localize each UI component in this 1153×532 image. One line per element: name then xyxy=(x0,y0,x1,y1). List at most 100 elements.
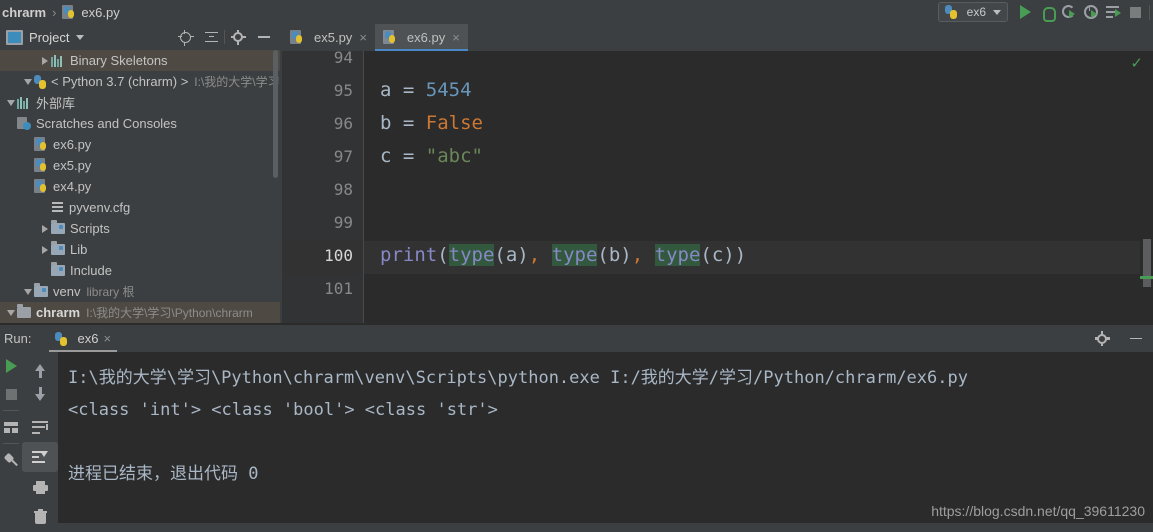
tree-item-label: ex4.py xyxy=(53,179,92,194)
profile-button[interactable] xyxy=(1080,0,1102,24)
chevron-down-icon[interactable] xyxy=(4,96,17,109)
code-line[interactable]: c = "abc" xyxy=(380,145,483,167)
print-button[interactable] xyxy=(22,472,58,502)
tree-item[interactable]: chrarm I:\我的大学\学习\Python\chrarm xyxy=(0,302,280,323)
line-number-gutter[interactable]: 94 95 96 97 98 99 100 101 xyxy=(282,51,364,325)
run-tab-ex6[interactable]: ex6 × xyxy=(49,325,117,352)
editor-scrollbar-track[interactable] xyxy=(1140,51,1153,325)
code-line[interactable]: a = 5454 xyxy=(380,79,472,101)
console-output[interactable]: I:\我的大学\学习\Python\chrarm\venv\Scripts\py… xyxy=(58,352,1153,523)
code-token: = xyxy=(402,112,426,134)
run-configuration-selector[interactable]: ex6 xyxy=(937,2,1008,22)
tree-item[interactable]: Scripts xyxy=(0,218,280,239)
editor-tab[interactable]: ex5.py × xyxy=(282,24,375,51)
stop-process-button[interactable] xyxy=(0,380,22,408)
pin-tab-button[interactable] xyxy=(0,446,22,474)
editor-area: ex5.py × ex6.py × 94 95 96 97 98 99 100 101 a = 54… xyxy=(282,24,1153,325)
code-token: False xyxy=(425,112,483,134)
scroll-to-end-button[interactable] xyxy=(22,442,58,472)
editor-tab-bar: ex5.py × ex6.py × xyxy=(282,24,1153,51)
tree-item[interactable]: Scratches and Consoles xyxy=(0,113,280,134)
layout-icon xyxy=(4,421,18,433)
chevron-down-icon xyxy=(993,9,1001,15)
run-button[interactable] xyxy=(1014,0,1036,24)
rerun-button[interactable] xyxy=(0,352,22,380)
hide-panel-button[interactable] xyxy=(251,24,277,50)
chevron-right-icon[interactable] xyxy=(38,222,51,235)
chevron-right-icon[interactable] xyxy=(38,243,51,256)
soft-wrap-button[interactable] xyxy=(22,412,58,442)
minimize-icon xyxy=(258,36,270,38)
code-line[interactable]: b = False xyxy=(380,112,483,134)
run-settings-button[interactable] xyxy=(1089,326,1115,352)
twisty-placeholder xyxy=(21,159,34,172)
chevron-down-icon[interactable] xyxy=(21,75,34,88)
project-tree[interactable]: Binary Skeletons < Python 3.7 (chrarm) > I… xyxy=(0,50,280,325)
project-settings-button[interactable] xyxy=(225,24,251,50)
pin-icon xyxy=(0,449,21,470)
chevron-down-icon[interactable] xyxy=(21,285,34,298)
clear-all-button[interactable] xyxy=(22,502,58,532)
code-token: (c)) xyxy=(700,244,747,266)
code-content[interactable]: a = 5454 b = False c = "abc" print(type(a),… xyxy=(364,51,1153,325)
tree-item-label: Lib xyxy=(70,242,88,257)
chevron-right-icon[interactable] xyxy=(38,54,51,67)
tree-item-label: Include xyxy=(70,263,112,278)
tree-item[interactable]: ex6.py xyxy=(0,134,280,155)
python-icon xyxy=(944,5,958,19)
scroll-down-button[interactable] xyxy=(22,382,58,412)
tree-item[interactable]: 外部库 xyxy=(0,92,280,113)
locate-file-button[interactable] xyxy=(172,24,198,50)
twisty-placeholder xyxy=(21,180,34,193)
tree-item[interactable]: Lib xyxy=(0,239,280,260)
tree-scrollbar[interactable] xyxy=(273,50,278,178)
debug-button[interactable] xyxy=(1036,0,1058,24)
collapse-all-button[interactable] xyxy=(198,24,224,50)
coverage-icon xyxy=(1062,5,1076,19)
close-icon[interactable]: × xyxy=(452,30,460,45)
run-with-coverage-button[interactable] xyxy=(1058,0,1080,24)
code-token: "abc" xyxy=(425,145,483,167)
project-panel-title[interactable]: Project xyxy=(29,30,69,45)
chevron-down-icon[interactable] xyxy=(4,306,17,319)
line-number: 97 xyxy=(333,147,353,166)
editor-tab[interactable]: ex6.py × xyxy=(374,24,468,51)
tree-item[interactable]: venv library 根 xyxy=(0,281,280,302)
main-toolbar: ex6 xyxy=(937,0,1153,24)
restore-layout-button[interactable] xyxy=(0,413,22,441)
tree-item[interactable]: Binary Skeletons xyxy=(0,50,280,71)
inspection-status-icon[interactable]: ✓ xyxy=(1130,54,1143,72)
code-token: a xyxy=(380,79,403,101)
scroll-up-button[interactable] xyxy=(22,352,58,382)
python-file-icon xyxy=(290,30,304,45)
tree-item-label: Binary Skeletons xyxy=(70,53,168,68)
line-number: 95 xyxy=(333,81,353,100)
chevron-down-icon[interactable] xyxy=(76,34,85,40)
close-icon[interactable]: × xyxy=(103,331,111,346)
code-token: b xyxy=(380,112,403,134)
close-icon[interactable]: × xyxy=(359,30,367,45)
breadcrumb-file[interactable]: ex6.py xyxy=(81,5,119,20)
tree-item[interactable]: < Python 3.7 (chrarm) > I:\我的大学\学习 xyxy=(0,71,280,92)
line-number: 99 xyxy=(333,213,353,232)
editor-scrollbar-thumb[interactable] xyxy=(1143,239,1151,287)
code-token: = xyxy=(402,79,426,101)
bug-icon xyxy=(1041,6,1056,22)
hide-run-panel-button[interactable] xyxy=(1123,326,1149,352)
tree-item[interactable]: ex4.py xyxy=(0,176,280,197)
breadcrumb-project[interactable]: chrarm xyxy=(0,5,46,20)
run-console-button[interactable] xyxy=(1102,0,1124,24)
printer-icon xyxy=(32,480,48,494)
run-tab-label: ex6 xyxy=(77,331,99,346)
stop-button[interactable] xyxy=(1124,0,1146,24)
code-line[interactable]: print(type(a), type(b), type(c)) xyxy=(380,244,746,266)
tree-item-detail: I:\我的大学\学习\Python\chrarm xyxy=(86,306,253,320)
python-file-icon xyxy=(34,179,48,194)
tree-item[interactable]: Include xyxy=(0,260,280,281)
tree-item[interactable]: pyvenv.cfg xyxy=(0,197,280,218)
project-window-icon xyxy=(6,29,23,45)
code-editor[interactable]: 94 95 96 97 98 99 100 101 a = 5454 b = False c = … xyxy=(282,51,1153,325)
minimize-icon xyxy=(1130,337,1142,340)
tree-item[interactable]: ex5.py xyxy=(0,155,280,176)
python-file-icon xyxy=(62,4,76,20)
